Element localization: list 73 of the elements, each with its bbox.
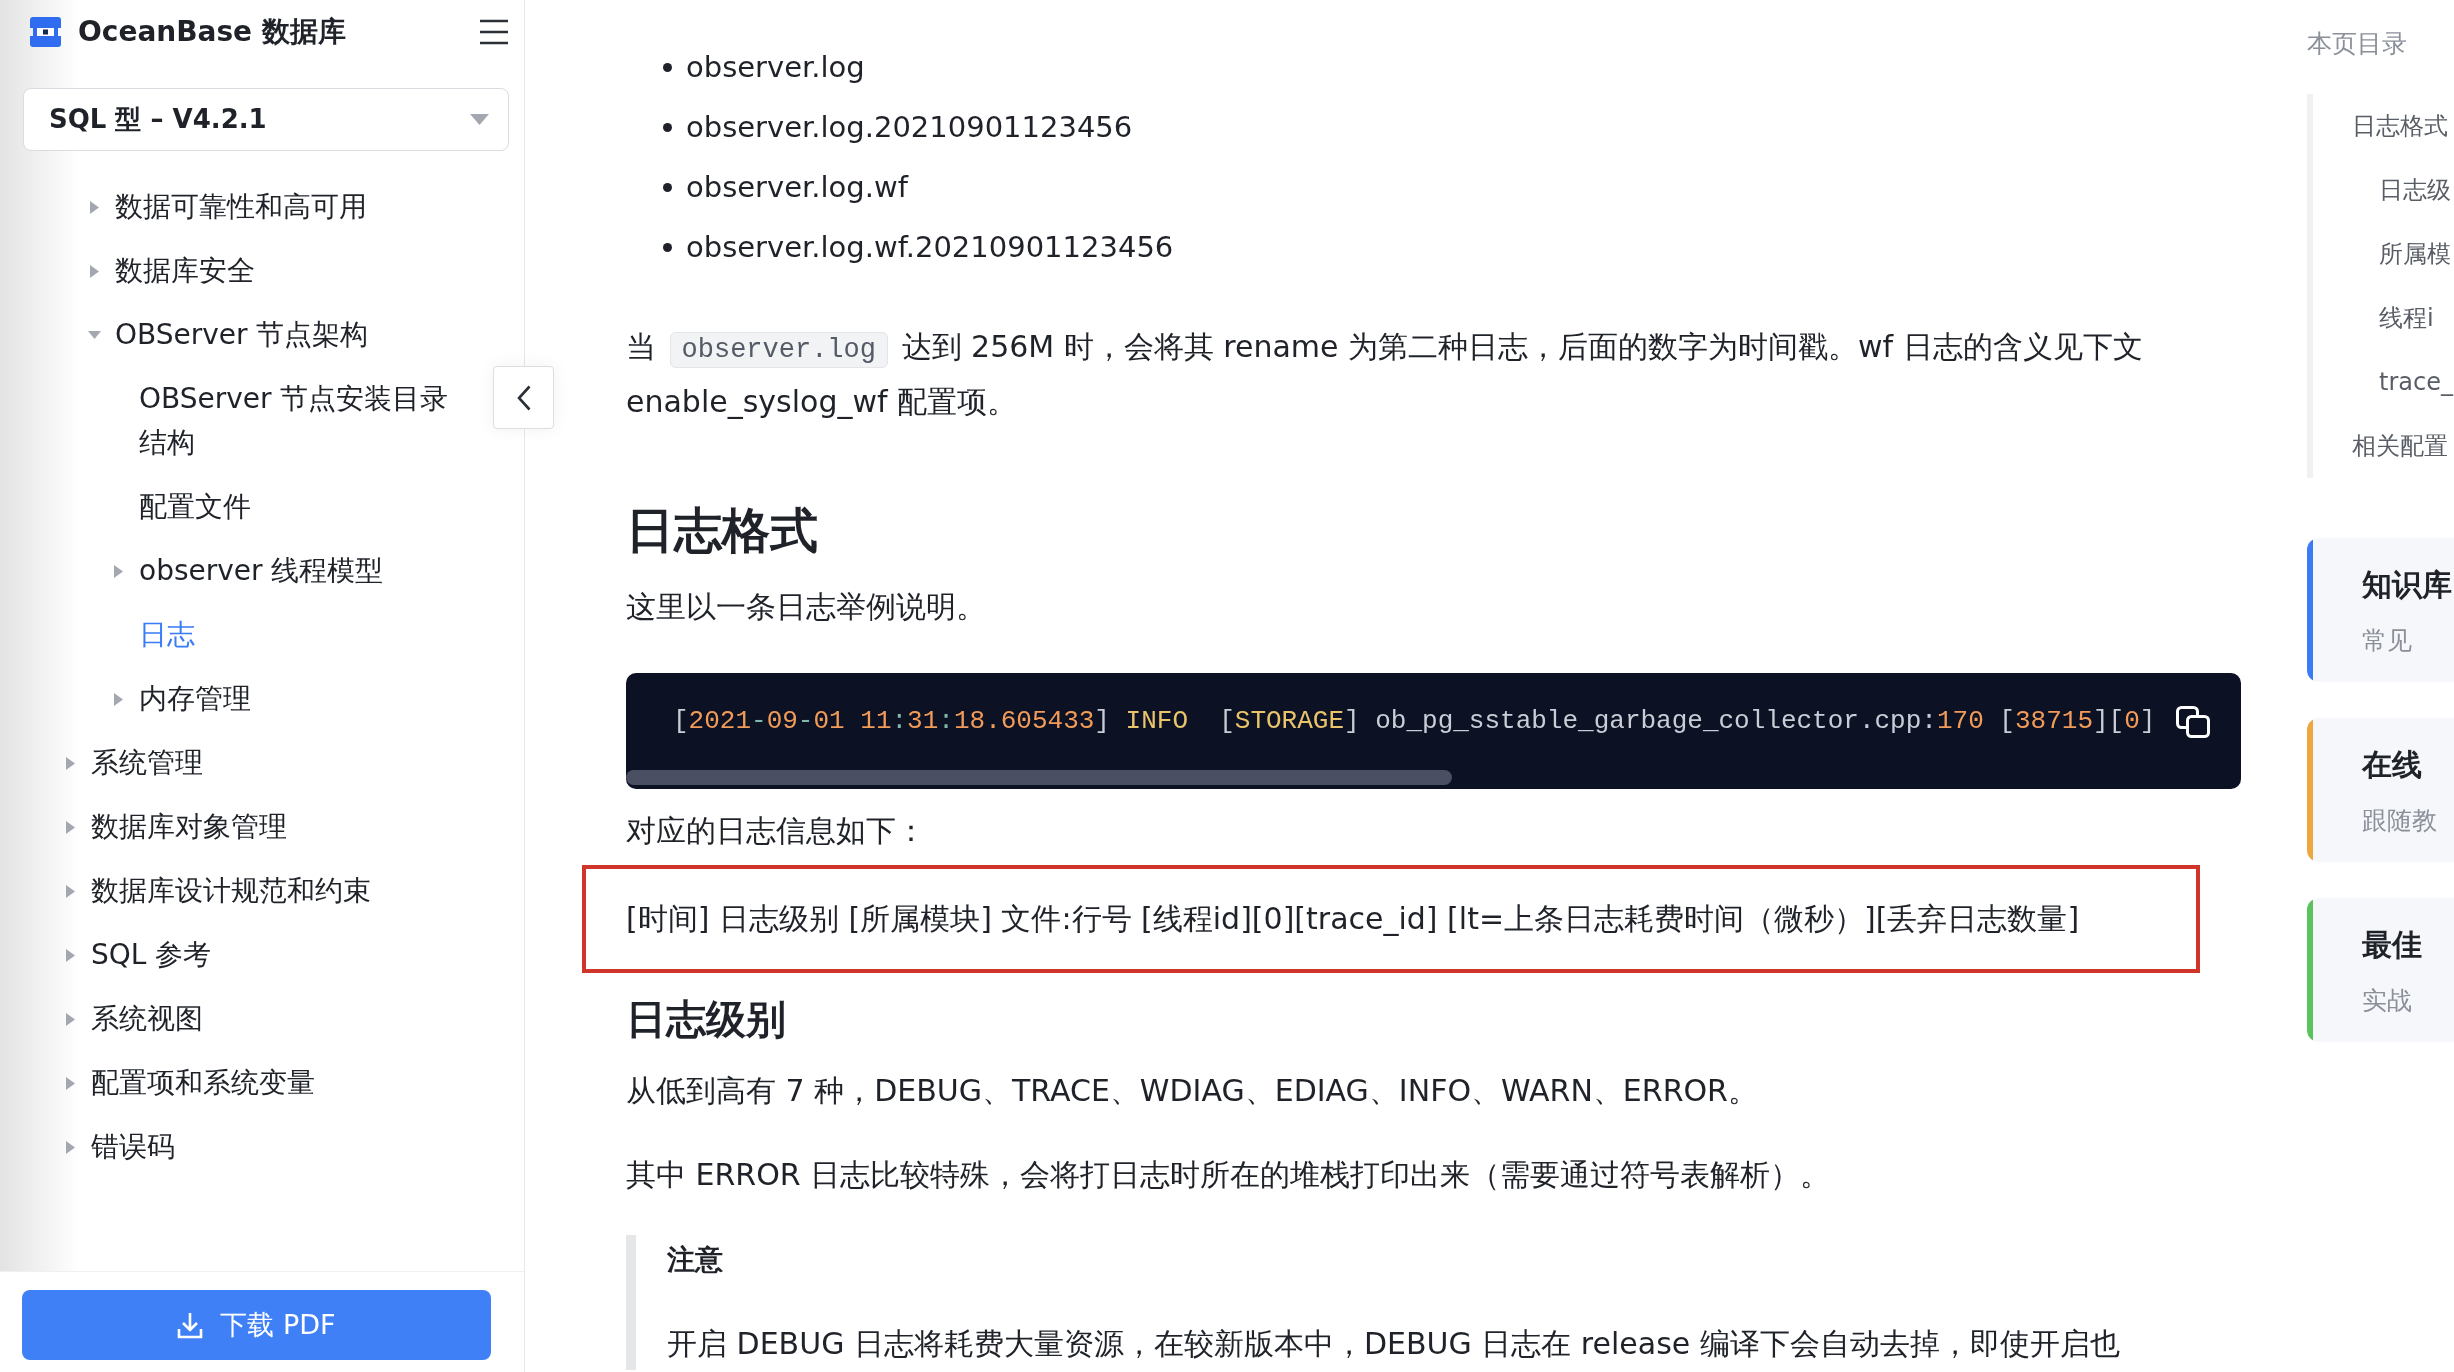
caret-right-icon[interactable] xyxy=(66,1076,75,1090)
download-pdf-button[interactable]: 下载 PDF xyxy=(22,1290,491,1360)
brand-title: OceanBase 数据库 xyxy=(78,14,346,50)
nav-link[interactable]: 配置文件 xyxy=(139,485,251,529)
nav-link[interactable]: 系统视图 xyxy=(91,997,203,1041)
toc-link[interactable]: 日志级 xyxy=(2379,174,2451,206)
menu-icon[interactable] xyxy=(480,19,508,45)
card-subtitle: 实战 xyxy=(2362,985,2413,1017)
nav-link[interactable]: 配置项和系统变量 xyxy=(91,1061,315,1105)
caret-down-icon[interactable] xyxy=(88,331,101,339)
nav-link[interactable]: 数据可靠性和高可用 xyxy=(115,185,367,229)
code-text: [2021-09-01 11:31:18.605433] INFO [STORAGE] ob_pg_sstable_garbage_collector.cpp:170 [38715][0] xyxy=(673,705,2156,738)
resource-card[interactable]: 最佳 实战 xyxy=(2307,898,2454,1042)
paragraph-text: 其中 ERROR 日志比较特殊，会将打日志时所在的堆栈打印出来（需要通过符号表解析）。 xyxy=(626,1156,1832,1194)
resource-card[interactable]: 知识库 常见 xyxy=(2307,538,2454,682)
copy-icon[interactable] xyxy=(2176,706,2210,738)
bullet-icon xyxy=(663,62,672,72)
caret-right-icon[interactable] xyxy=(66,948,75,962)
bullet-icon xyxy=(663,122,672,132)
bullet-icon xyxy=(663,182,672,192)
nav-link[interactable]: 系统管理 xyxy=(91,741,203,785)
scrollbar-thumb[interactable] xyxy=(626,770,1452,785)
list-item-text: observer.log xyxy=(686,49,865,86)
bullet-icon xyxy=(663,242,672,252)
caret-right-icon[interactable] xyxy=(66,884,75,898)
toc-link[interactable]: 所属模 xyxy=(2379,238,2451,270)
caret-down-icon xyxy=(470,114,489,125)
toc-link[interactable]: 相关配置 xyxy=(2352,430,2448,462)
caret-right-icon[interactable] xyxy=(114,564,123,578)
toc-title: 本页目录 xyxy=(2307,28,2408,60)
paragraph-text: 这里以一条日志举例说明。 xyxy=(626,588,987,626)
note-text: 开启 DEBUG 日志将耗费大量资源，在较新版本中，DEBUG 日志在 release 编译下会自动去掉，即使开启也 xyxy=(667,1325,2121,1363)
caret-right-icon[interactable] xyxy=(66,756,75,770)
paragraph-text: 当 observer.log 达到 256M 时，会将其 rename 为第二种日志，后面的数字为时间戳。wf 日志的含义见下文 enable_syslog_wf 配置项。 xyxy=(626,328,2144,421)
logo-icon xyxy=(30,17,61,47)
nav-link[interactable]: 数据库设计规范和约束 xyxy=(91,869,371,913)
version-select[interactable]: SQL 型 – V4.2.1 xyxy=(23,88,509,151)
log-format-text: [时间] 日志级别 [所属模块] 文件:行号 [线程id][0][trace_id] [lt=上条日志耗费时间（微秒）][丢弃日志数量] xyxy=(626,900,2080,938)
caret-right-icon[interactable] xyxy=(66,820,75,834)
caret-right-icon[interactable] xyxy=(66,1012,75,1026)
caret-right-icon[interactable] xyxy=(114,692,123,706)
resource-card[interactable]: 在线 跟随教 xyxy=(2307,718,2454,862)
list-item-text: observer.log.20210901123456 xyxy=(686,109,1133,146)
nav-link[interactable]: SQL 参考 xyxy=(91,933,212,977)
nav-link[interactable]: 错误码 xyxy=(91,1125,175,1169)
collapse-sidebar-button[interactable] xyxy=(493,366,554,429)
paragraph-text: 对应的日志信息如下： xyxy=(626,812,927,850)
card-title: 在线 xyxy=(2362,746,2423,784)
card-subtitle: 跟随教 xyxy=(2362,805,2437,837)
nav-link[interactable]: observer 线程模型 xyxy=(139,549,384,593)
toc-link[interactable]: trace_ xyxy=(2379,366,2453,398)
toc-link[interactable]: 线程i xyxy=(2379,302,2434,334)
caret-right-icon[interactable] xyxy=(90,200,99,214)
list-item-text: observer.log.wf xyxy=(686,169,908,206)
chevron-left-icon xyxy=(516,384,531,411)
card-title: 最佳 xyxy=(2362,926,2422,964)
section-heading: 日志格式 xyxy=(626,501,819,560)
toc-link[interactable]: 日志格式 xyxy=(2352,110,2448,142)
list-item-text: observer.log.wf.20210901123456 xyxy=(686,229,1174,266)
card-subtitle: 常见 xyxy=(2362,625,2413,657)
nav-link[interactable]: OBServer 节点架构 xyxy=(115,313,369,357)
note-title: 注意 xyxy=(667,1242,724,1278)
nav-link[interactable]: 数据库对象管理 xyxy=(91,805,287,849)
nav-link[interactable]: 内存管理 xyxy=(139,677,251,721)
nav-link[interactable]: 日志 xyxy=(139,613,195,657)
nav-link[interactable]: 数据库安全 xyxy=(115,249,255,293)
subsection-heading: 日志级别 xyxy=(626,995,787,1044)
nav-link[interactable]: OBServer 节点安装目录结构 xyxy=(139,377,461,465)
card-title: 知识库 xyxy=(2362,566,2452,604)
download-icon xyxy=(177,1311,204,1339)
caret-right-icon[interactable] xyxy=(90,264,99,278)
paragraph-text: 从低到高有 7 种，DEBUG、TRACE、WDIAG、EDIAG、INFO、WARN、ERROR。 xyxy=(626,1072,1759,1110)
caret-right-icon[interactable] xyxy=(66,1140,75,1154)
